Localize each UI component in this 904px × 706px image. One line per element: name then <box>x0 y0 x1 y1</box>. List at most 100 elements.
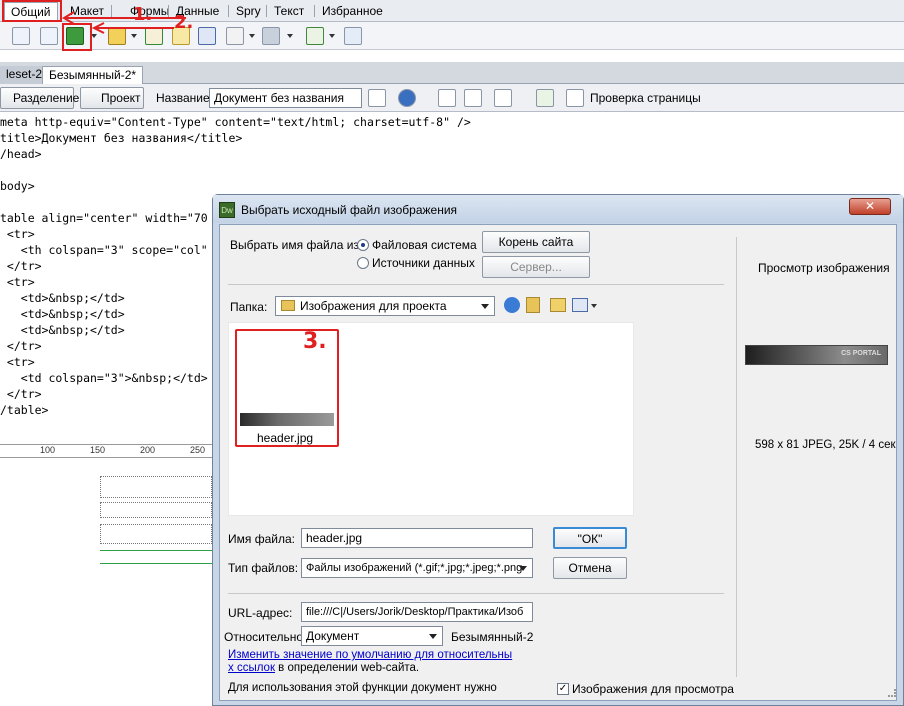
radio-file-system-label[interactable]: Файловая система <box>372 238 477 252</box>
relative-select-value: Документ <box>306 629 360 643</box>
code-line: </tr> <box>0 387 42 401</box>
url-input[interactable]: file:///C|/Users/Jorik/Desktop/Практика/… <box>301 602 533 622</box>
templates-icon[interactable] <box>306 27 324 45</box>
tab-spry[interactable]: Spry <box>230 2 267 21</box>
ruler-label: 200 <box>140 445 156 455</box>
dialog-titlebar: Dw Выбрать исходный файл изображения ✕ <box>213 195 903 223</box>
table-outline <box>100 476 212 498</box>
code-line: body> <box>0 179 35 193</box>
site-root-button[interactable]: Корень сайта <box>482 231 590 253</box>
file-type-select[interactable]: Файлы изображений (*.gif;*.jpg;*.jpeg;*.… <box>301 558 533 578</box>
relative-select[interactable]: Документ <box>301 626 443 646</box>
code-line: <td colspan="3">&nbsp;</td> <box>0 371 208 385</box>
code-line: <td>&nbsp;</td> <box>0 307 125 321</box>
file-list[interactable]: header.jpg 3. <box>228 322 634 516</box>
chevron-down-icon[interactable] <box>249 34 255 38</box>
select-image-dialog: Dw Выбрать исходный файл изображения ✕ В… <box>212 194 904 706</box>
preview-in-browser-icon[interactable] <box>398 89 416 107</box>
back-icon[interactable] <box>504 297 520 313</box>
email-link-icon[interactable] <box>40 27 58 45</box>
split-view-label: Разделение <box>13 91 80 105</box>
folder-select[interactable]: Изображения для проекта <box>275 296 495 316</box>
annotation-box-1 <box>2 0 62 22</box>
refresh-icon[interactable] <box>438 89 456 107</box>
code-line: <td>&nbsp;</td> <box>0 291 125 305</box>
design-view-button[interactable]: Проект <box>80 87 144 109</box>
code-line: <tr> <box>0 275 35 289</box>
hyperlink-icon[interactable] <box>12 27 30 45</box>
preview-banner-text: CS PORTAL <box>841 350 881 357</box>
change-default-link[interactable]: Изменить значение по умолчанию для относ… <box>228 649 512 661</box>
server-button[interactable]: Сервер... <box>482 256 590 278</box>
chevron-down-icon[interactable] <box>287 34 293 38</box>
preview-image: CS PORTAL <box>745 345 888 365</box>
preview-images-label[interactable]: Изображения для просмотра <box>572 682 734 696</box>
code-line: /table> <box>0 403 49 417</box>
check-page-label[interactable]: Проверка страницы <box>590 91 701 105</box>
code-line: <tr> <box>0 227 35 241</box>
ruler-label: 100 <box>40 445 56 455</box>
radio-data-sources-label[interactable]: Источники данных <box>372 256 475 270</box>
tab-separator <box>266 5 267 17</box>
ruler: 100 150 200 250 <box>0 444 212 458</box>
validate-markup-icon[interactable] <box>536 89 554 107</box>
chevron-down-icon[interactable] <box>591 304 597 308</box>
view-options-icon[interactable] <box>464 89 482 107</box>
table-outline <box>100 502 212 518</box>
file-item-label: header.jpg <box>257 431 314 445</box>
dialog-title: Выбрать исходный файл изображения <box>241 203 458 217</box>
preview-images-checkbox[interactable]: ✓ <box>557 683 569 695</box>
relative-document-name: Безымянный-2 <box>451 630 534 644</box>
head-icon[interactable] <box>226 27 244 45</box>
tab-text[interactable]: Текст <box>268 2 310 21</box>
code-line: title>Документ без названия</title> <box>0 131 243 145</box>
design-view-label: Проект <box>101 91 141 105</box>
file-type-label: Тип файлов: <box>228 561 299 575</box>
chevron-down-icon[interactable] <box>131 34 137 38</box>
radio-data-sources[interactable] <box>357 257 369 269</box>
up-folder-icon[interactable] <box>526 297 540 313</box>
annotation-arrows <box>62 11 186 34</box>
script-icon[interactable] <box>262 27 280 45</box>
dialog-body: Выбрать имя файла из: Файловая система И… <box>219 224 897 701</box>
document-title-input[interactable]: Документ без названия <box>209 88 362 108</box>
save-note: Для использования этой функции документ … <box>228 682 497 694</box>
code-line: <tr> <box>0 355 35 369</box>
selected-table-row <box>100 550 212 564</box>
change-default-text: х ссылок в определении web-сайта. <box>228 662 419 674</box>
tab-separator <box>228 5 229 17</box>
view-menu-icon[interactable] <box>572 298 588 312</box>
ruler-label: 150 <box>90 445 106 455</box>
tab-document-current[interactable]: Безымянный-2* <box>42 66 144 84</box>
dreamweaver-icon: Dw <box>219 202 235 218</box>
folder-icon <box>281 300 295 311</box>
preview-info: 598 x 81 JPEG, 25K / 4 сек <box>755 439 896 451</box>
code-line: </tr> <box>0 259 42 273</box>
code-line: /head> <box>0 147 42 161</box>
tag-chooser-icon[interactable] <box>344 27 362 45</box>
visual-aids-icon[interactable] <box>494 89 512 107</box>
url-label: URL-адрес: <box>228 606 293 620</box>
file-name-input[interactable]: header.jpg <box>301 528 533 548</box>
split-view-button[interactable]: Разделение <box>0 87 79 109</box>
title-label: Название: <box>156 91 213 105</box>
document-toolbar: Разделение Проект Название: Документ без… <box>0 84 904 112</box>
tab-favorites[interactable]: Избранное <box>316 2 389 21</box>
relative-label: Относительно: <box>224 630 307 644</box>
new-folder-icon[interactable] <box>550 298 566 312</box>
file-name-label: Имя файла: <box>228 532 295 546</box>
file-management-icon[interactable] <box>368 89 386 107</box>
preview-divider <box>736 237 737 677</box>
chevron-down-icon[interactable] <box>329 34 335 38</box>
ok-button[interactable]: "ОК" <box>553 527 627 549</box>
change-default-tail: в определении web-сайта. <box>274 662 420 674</box>
code-line: </tr> <box>0 339 42 353</box>
tab-separator <box>314 5 315 17</box>
change-default-link-cont[interactable]: х ссылок <box>228 662 275 674</box>
close-icon[interactable]: ✕ <box>849 198 891 215</box>
resize-grip[interactable] <box>888 689 896 697</box>
radio-file-system[interactable] <box>357 239 369 251</box>
tab-document-prev[interactable]: leset-2 <box>0 66 49 84</box>
cancel-button[interactable]: Отмена <box>553 557 627 579</box>
check-page-icon[interactable] <box>566 89 584 107</box>
